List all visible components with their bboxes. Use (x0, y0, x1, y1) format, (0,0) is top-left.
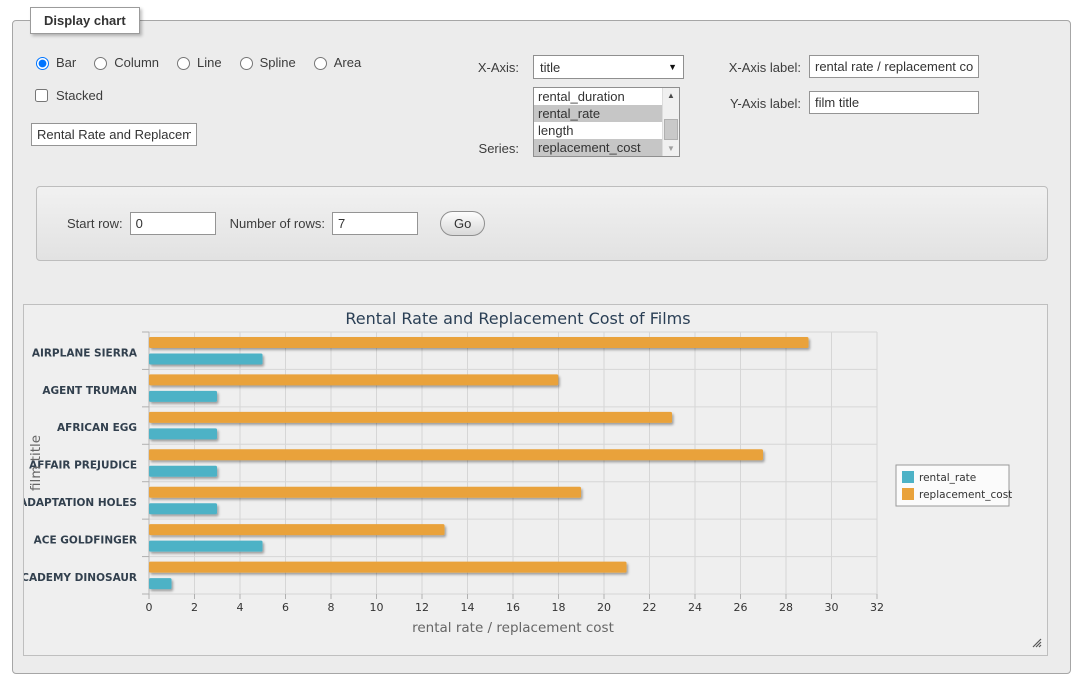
num-rows-input[interactable] (332, 212, 418, 235)
chart-title-input[interactable] (31, 123, 197, 146)
chart-type-option-spline[interactable]: Spline (235, 54, 296, 70)
bar-rental-rate-adaptation-holes[interactable] (149, 503, 217, 514)
chart-title: Rental Rate and Replacement Cost of Film… (345, 309, 690, 328)
stacked-checkbox-row[interactable]: Stacked (31, 86, 103, 105)
row-range-panel: Start row: Number of rows: Go (36, 186, 1048, 261)
bar-replacement-cost-academy-dinosaur[interactable] (149, 562, 627, 573)
bar-rental-rate-affair-prejudice[interactable] (149, 466, 217, 477)
category-label: ACE GOLDFINGER (34, 534, 137, 546)
scroll-up-icon[interactable]: ▲ (663, 88, 679, 103)
panel-title: Display chart (30, 7, 140, 34)
y-axis-label-caption: Y-Axis label: (711, 96, 801, 111)
legend-label-rental-rate[interactable]: rental_rate (919, 472, 976, 484)
chart-type-label-line: Line (197, 55, 222, 70)
bar-replacement-cost-african-egg[interactable] (149, 412, 672, 423)
num-rows-label: Number of rows: (230, 216, 325, 231)
series-multiselect[interactable]: rental_durationrental_ratelengthreplacem… (533, 87, 680, 157)
bar-rental-rate-academy-dinosaur[interactable] (149, 578, 172, 589)
chart-type-option-area[interactable]: Area (309, 54, 361, 70)
category-label: AFRICAN EGG (57, 422, 137, 434)
chart-type-label-column: Column (114, 55, 159, 70)
x-tick-label: 10 (370, 601, 384, 614)
category-label: ACADEMY DINOSAUR (24, 572, 137, 584)
x-tick-label: 20 (597, 601, 611, 614)
bar-rental-rate-african-egg[interactable] (149, 428, 217, 439)
bar-replacement-cost-agent-truman[interactable] (149, 374, 558, 385)
stacked-label: Stacked (56, 88, 103, 103)
bar-replacement-cost-adaptation-holes[interactable] (149, 487, 581, 498)
bar-replacement-cost-ace-goldfinger[interactable] (149, 524, 445, 535)
chart-legend[interactable]: rental_rate replacement_cost (896, 465, 1012, 506)
x-tick-label: 24 (688, 601, 702, 614)
scrollbar-thumb[interactable] (664, 119, 678, 140)
chart-type-radio-spline[interactable] (240, 57, 253, 70)
bar-chart: 02468101214161820222426283032AIRPLANE SI… (24, 305, 1047, 655)
display-chart-panel: Display chart BarColumnLineSplineArea St… (12, 20, 1071, 674)
category-label: ADAPTATION HOLES (24, 497, 137, 509)
series-scrollbar[interactable]: ▲ ▼ (662, 88, 679, 156)
x-tick-label: 8 (328, 601, 335, 614)
x-tick-label: 0 (146, 601, 153, 614)
resize-handle-icon[interactable] (1033, 639, 1041, 647)
series-option-rental-duration[interactable]: rental_duration (534, 88, 662, 105)
legend-swatch-rental-rate (902, 471, 914, 483)
category-label: AFFAIR PREJUDICE (29, 460, 137, 472)
x-tick-label: 6 (282, 601, 289, 614)
chart-type-option-line[interactable]: Line (172, 54, 222, 70)
start-row-label: Start row: (67, 216, 123, 231)
x-axis-select[interactable]: title ▼ (533, 55, 684, 79)
chart-type-label-area: Area (334, 55, 361, 70)
legend-label-replacement-cost[interactable]: replacement_cost (919, 489, 1012, 501)
chart-type-radio-area[interactable] (314, 57, 327, 70)
chart-type-radio-bar[interactable] (36, 57, 49, 70)
bar-rental-rate-agent-truman[interactable] (149, 391, 217, 402)
x-tick-label: 16 (506, 601, 520, 614)
chart-type-option-column[interactable]: Column (89, 54, 159, 70)
x-tick-label: 30 (825, 601, 839, 614)
chart-type-radio-line[interactable] (177, 57, 190, 70)
x-tick-label: 12 (415, 601, 429, 614)
stacked-checkbox[interactable] (35, 89, 48, 102)
y-axis-title: film title (28, 435, 44, 491)
go-button[interactable]: Go (440, 211, 485, 236)
x-axis-selected-value: title (540, 60, 668, 75)
bar-rental-rate-airplane-sierra[interactable] (149, 354, 263, 365)
x-axis-title: rental rate / replacement cost (412, 620, 614, 636)
x-tick-label: 26 (734, 601, 748, 614)
chart-type-option-bar[interactable]: Bar (31, 54, 76, 70)
chart-container: 02468101214161820222426283032AIRPLANE SI… (23, 304, 1048, 656)
bar-replacement-cost-affair-prejudice[interactable] (149, 449, 763, 460)
chart-type-label-bar: Bar (56, 55, 76, 70)
series-options: rental_durationrental_ratelengthreplacem… (534, 88, 662, 156)
x-axis-select-label: X-Axis: (431, 60, 519, 75)
category-label: AGENT TRUMAN (42, 385, 137, 397)
start-row-input[interactable] (130, 212, 216, 235)
x-tick-label: 4 (237, 601, 244, 614)
x-tick-label: 14 (461, 601, 475, 614)
y-axis-label-input[interactable] (809, 91, 979, 114)
dropdown-arrow-icon: ▼ (668, 62, 677, 72)
x-tick-label: 32 (870, 601, 884, 614)
series-option-replacement-cost[interactable]: replacement_cost (534, 139, 662, 156)
panel-title-label: Display chart (44, 13, 126, 28)
scroll-down-icon[interactable]: ▼ (663, 141, 679, 156)
x-axis-label-caption: X-Axis label: (711, 60, 801, 75)
series-option-rental-rate[interactable]: rental_rate (534, 105, 662, 122)
x-tick-label: 22 (643, 601, 657, 614)
chart-type-radio-column[interactable] (94, 57, 107, 70)
legend-swatch-replacement-cost (902, 488, 914, 500)
x-axis-label-input[interactable] (809, 55, 979, 78)
series-list-label: Series: (431, 141, 519, 156)
chart-type-radio-group: Bar Column Line Spline Area (31, 54, 361, 70)
x-tick-label: 2 (191, 601, 198, 614)
x-tick-label: 28 (779, 601, 793, 614)
series-option-length[interactable]: length (534, 122, 662, 139)
bar-rental-rate-ace-goldfinger[interactable] (149, 541, 263, 552)
bar-replacement-cost-airplane-sierra[interactable] (149, 337, 809, 348)
chart-type-label-spline: Spline (260, 55, 296, 70)
x-tick-label: 18 (552, 601, 566, 614)
category-label: AIRPLANE SIERRA (32, 347, 138, 359)
